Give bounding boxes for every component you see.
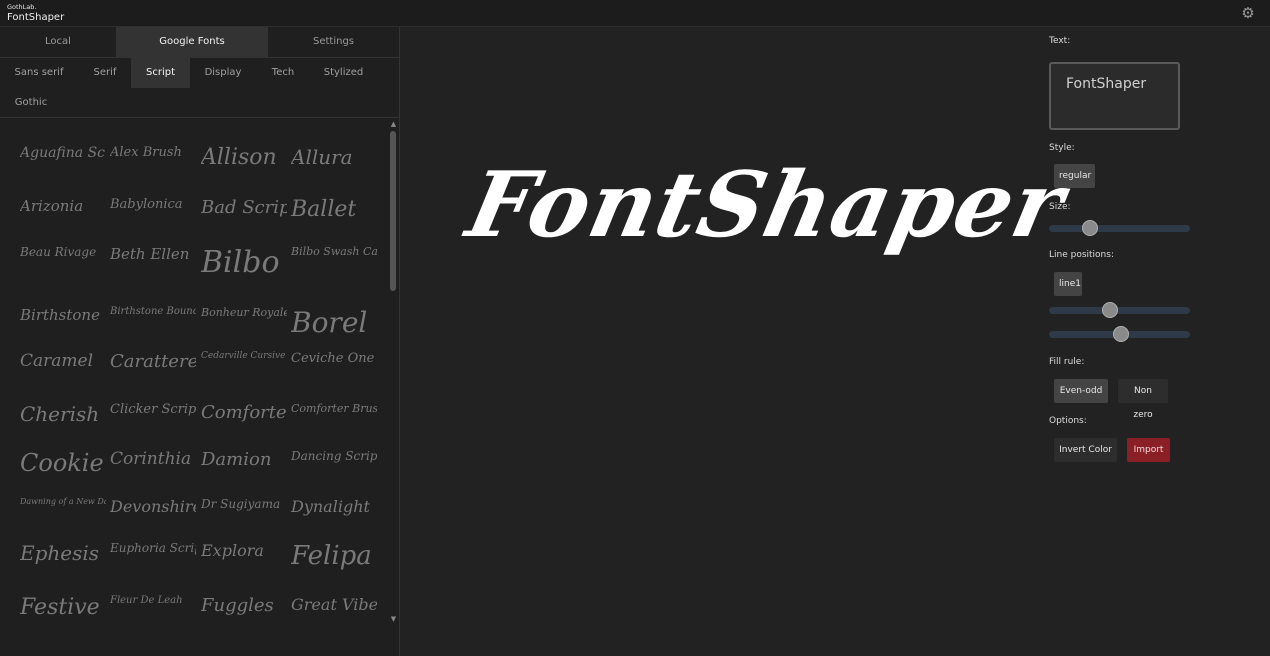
- font-tile[interactable]: Ephesis: [20, 541, 99, 565]
- size-slider[interactable]: [1049, 220, 1190, 236]
- tab-settings[interactable]: Settings: [268, 27, 399, 57]
- font-tile[interactable]: Alex Brush: [110, 145, 182, 160]
- font-tile[interactable]: Dancing Script: [291, 449, 377, 463]
- font-tile[interactable]: Ceviche One: [291, 351, 374, 366]
- line-slider-1-knob[interactable]: [1102, 302, 1118, 318]
- gear-icon[interactable]: ⚙: [1240, 5, 1256, 21]
- font-tile[interactable]: Devonshire: [110, 497, 196, 516]
- line1-button[interactable]: line1: [1054, 272, 1082, 296]
- line-slider-2-knob[interactable]: [1113, 326, 1129, 342]
- invert-color-button[interactable]: Invert Color: [1054, 438, 1117, 462]
- preview-text: FontShaper: [458, 152, 1074, 258]
- category-gothic[interactable]: Gothic: [5, 88, 57, 118]
- font-tile[interactable]: Arizonia: [20, 197, 83, 215]
- scroll-down-arrow-icon[interactable]: ▼: [388, 614, 399, 624]
- font-tile[interactable]: Bad Script: [201, 197, 287, 218]
- font-tile[interactable]: Ballet: [291, 197, 356, 222]
- font-tile[interactable]: Allura: [291, 145, 353, 169]
- line-positions-label: Line positions:: [1049, 250, 1114, 260]
- font-tile[interactable]: Beth Ellen: [110, 245, 189, 263]
- brand-small: GothLab.: [7, 3, 37, 11]
- font-tile[interactable]: Dr Sugiyama: [201, 497, 280, 511]
- font-tile[interactable]: Borel: [291, 306, 367, 339]
- font-tile[interactable]: Felipa: [291, 541, 372, 571]
- line-position-slider-1[interactable]: [1049, 302, 1190, 318]
- category-tech[interactable]: Tech: [262, 58, 304, 88]
- font-tile[interactable]: Birthstone Bounce: [110, 306, 196, 317]
- font-tile[interactable]: Fuggles: [201, 595, 274, 616]
- text-label: Text:: [1049, 36, 1071, 46]
- category-stylized[interactable]: Stylized: [316, 58, 371, 88]
- line-position-slider-2[interactable]: [1049, 326, 1190, 342]
- font-tile[interactable]: Bilbo: [201, 245, 280, 280]
- size-slider-knob[interactable]: [1082, 220, 1098, 236]
- source-tabs: Local Google Fonts Settings: [0, 27, 399, 58]
- font-tile[interactable]: Caramel: [20, 351, 93, 371]
- category-script[interactable]: Script: [131, 58, 190, 88]
- tab-google-fonts[interactable]: Google Fonts: [116, 27, 268, 57]
- scroll-thumb[interactable]: [390, 131, 396, 291]
- title-bar: GothLab. FontShaper ⚙: [0, 0, 1270, 27]
- text-input[interactable]: FontShaper: [1049, 62, 1180, 130]
- font-tile[interactable]: Allison: [201, 145, 277, 170]
- font-tile[interactable]: Great Vibes: [291, 595, 377, 614]
- preview-canvas: FontShaper: [400, 27, 1074, 656]
- category-display[interactable]: Display: [196, 58, 250, 88]
- font-tile[interactable]: Explora: [201, 541, 264, 560]
- font-tile[interactable]: Carattere: [110, 351, 196, 372]
- font-tile[interactable]: Fleur De Leah: [110, 595, 183, 606]
- font-tile[interactable]: Cookie: [20, 449, 104, 477]
- font-tile[interactable]: Cedarville Cursive: [201, 351, 285, 361]
- tab-local[interactable]: Local: [0, 27, 116, 57]
- font-tile[interactable]: Birthstone: [20, 306, 100, 324]
- font-tile[interactable]: Festive: [20, 595, 100, 620]
- font-tile[interactable]: Euphoria Script: [110, 541, 196, 555]
- font-tile[interactable]: Aguafina Script: [20, 145, 106, 161]
- non-zero-button[interactable]: Non zero: [1118, 379, 1168, 420]
- font-tile[interactable]: Corinthia: [110, 449, 191, 469]
- import-button[interactable]: Import: [1127, 438, 1170, 462]
- font-tile[interactable]: Clicker Script: [110, 402, 196, 417]
- font-tile[interactable]: Comforter Brush: [291, 402, 377, 415]
- style-regular-button[interactable]: regular: [1054, 164, 1095, 188]
- font-browser-panel: Local Google Fonts Settings Sans serif S…: [0, 27, 400, 656]
- font-grid: Aguafina Script Alex Brush Allison Allura Ar…: [0, 119, 388, 624]
- font-tile[interactable]: Babylonica: [110, 197, 183, 212]
- font-tile[interactable]: Cherish: [20, 402, 99, 426]
- style-label: Style:: [1049, 143, 1075, 153]
- even-odd-button[interactable]: Even-odd: [1054, 379, 1108, 403]
- font-tile[interactable]: Comforter: [201, 402, 287, 423]
- fill-rule-label: Fill rule:: [1049, 357, 1085, 367]
- font-tile[interactable]: Damion: [201, 449, 271, 470]
- app-title: FontShaper: [7, 12, 65, 23]
- font-tile[interactable]: Bilbo Swash Caps: [291, 245, 377, 258]
- category-serif[interactable]: Serif: [80, 58, 130, 88]
- category-tabs: Sans serif Serif Script Display Tech Sty…: [0, 58, 399, 118]
- font-tile[interactable]: Beau Rivage: [20, 245, 96, 259]
- controls-panel: Text: FontShaper Style: regular Size: Li…: [1049, 27, 1270, 656]
- font-tile[interactable]: Dynalight: [291, 497, 370, 516]
- font-tile[interactable]: Bonheur Royale: [201, 306, 287, 319]
- scroll-up-arrow-icon[interactable]: ▲: [388, 119, 399, 129]
- options-label: Options:: [1049, 416, 1087, 426]
- text-input-value: FontShaper: [1066, 76, 1147, 92]
- font-grid-scrollbar[interactable]: ▲ ▼: [388, 119, 399, 624]
- category-sans-serif[interactable]: Sans serif: [5, 58, 73, 88]
- size-label: Size:: [1049, 202, 1071, 212]
- font-tile[interactable]: Dawning of a New Day: [20, 497, 106, 506]
